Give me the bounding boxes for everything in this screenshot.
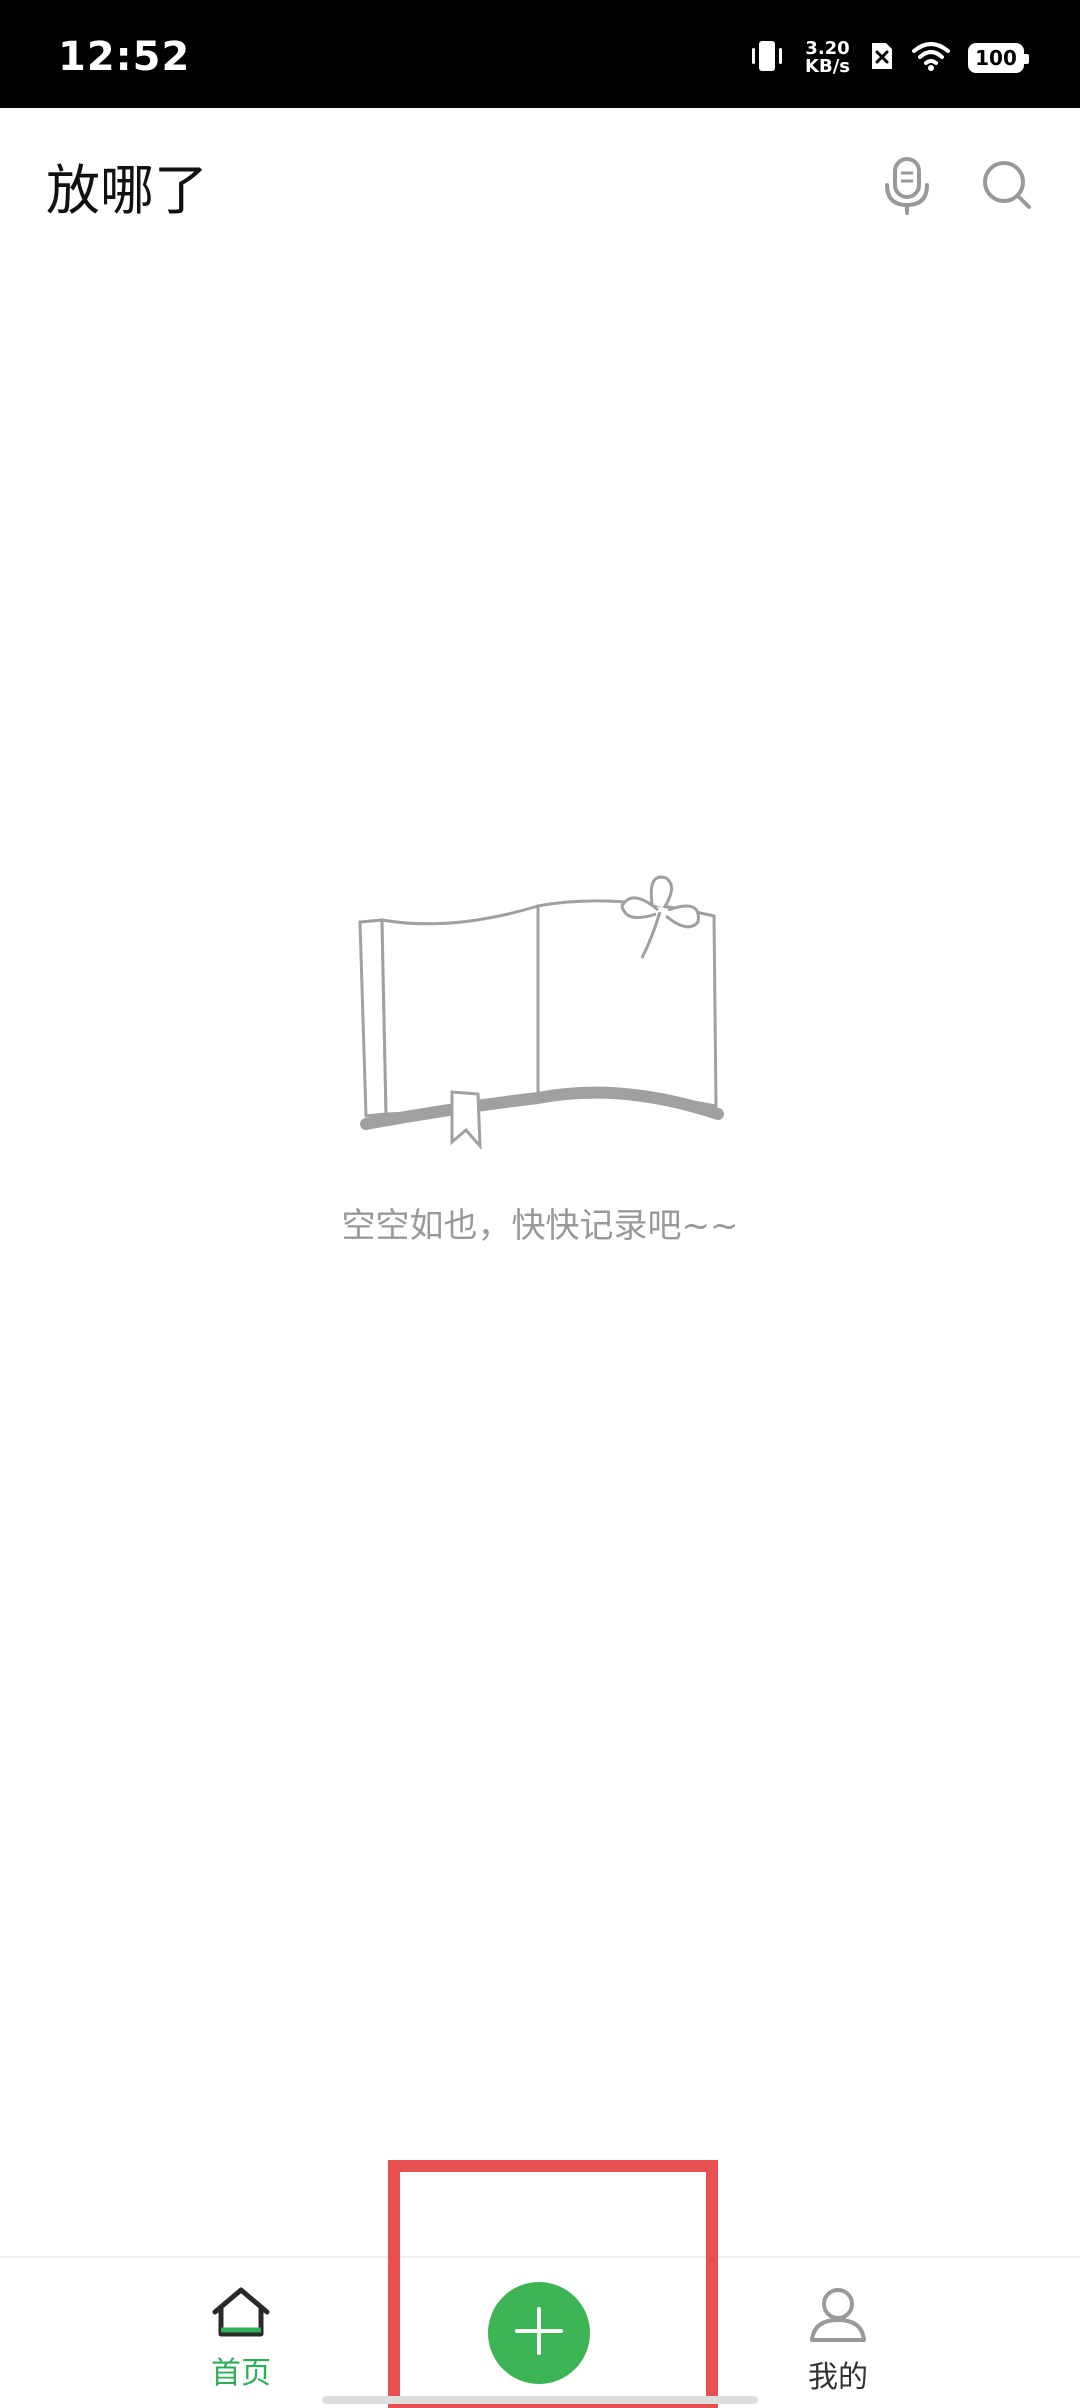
search-button[interactable] <box>972 152 1042 222</box>
net-speed-unit: KB/s <box>805 56 850 77</box>
search-icon <box>979 157 1035 217</box>
nav-mine-label: 我的 <box>808 2360 868 2395</box>
empty-message: 空空如也，快快记录吧~~ <box>341 1206 739 1246</box>
add-button[interactable] <box>488 2282 590 2384</box>
user-icon <box>808 2286 868 2346</box>
voice-button[interactable] <box>872 152 942 222</box>
page-title: 放哪了 <box>46 159 208 222</box>
wifi-icon <box>912 41 950 75</box>
battery-indicator: 100 <box>968 43 1029 73</box>
app-header: 放哪了 <box>0 108 1080 258</box>
empty-illustration <box>352 862 728 1152</box>
nav-home[interactable]: 首页 <box>161 2286 321 2396</box>
net-speed: 3.20 KB/s <box>805 40 850 76</box>
no-sim-icon <box>868 41 894 75</box>
status-bar: 12:52 3.20 KB/s 100 <box>0 0 1080 108</box>
home-icon <box>209 2286 273 2342</box>
vibrate-icon <box>747 39 787 77</box>
plus-icon <box>511 2303 567 2363</box>
open-book-icon <box>352 875 728 1156</box>
gesture-bar <box>322 2396 758 2404</box>
nav-home-label: 首页 <box>211 2356 271 2391</box>
status-time: 12:52 <box>58 34 191 80</box>
status-icons: 3.20 KB/s 100 <box>747 38 1029 78</box>
mic-icon <box>879 155 935 219</box>
nav-mine[interactable]: 我的 <box>758 2286 918 2396</box>
